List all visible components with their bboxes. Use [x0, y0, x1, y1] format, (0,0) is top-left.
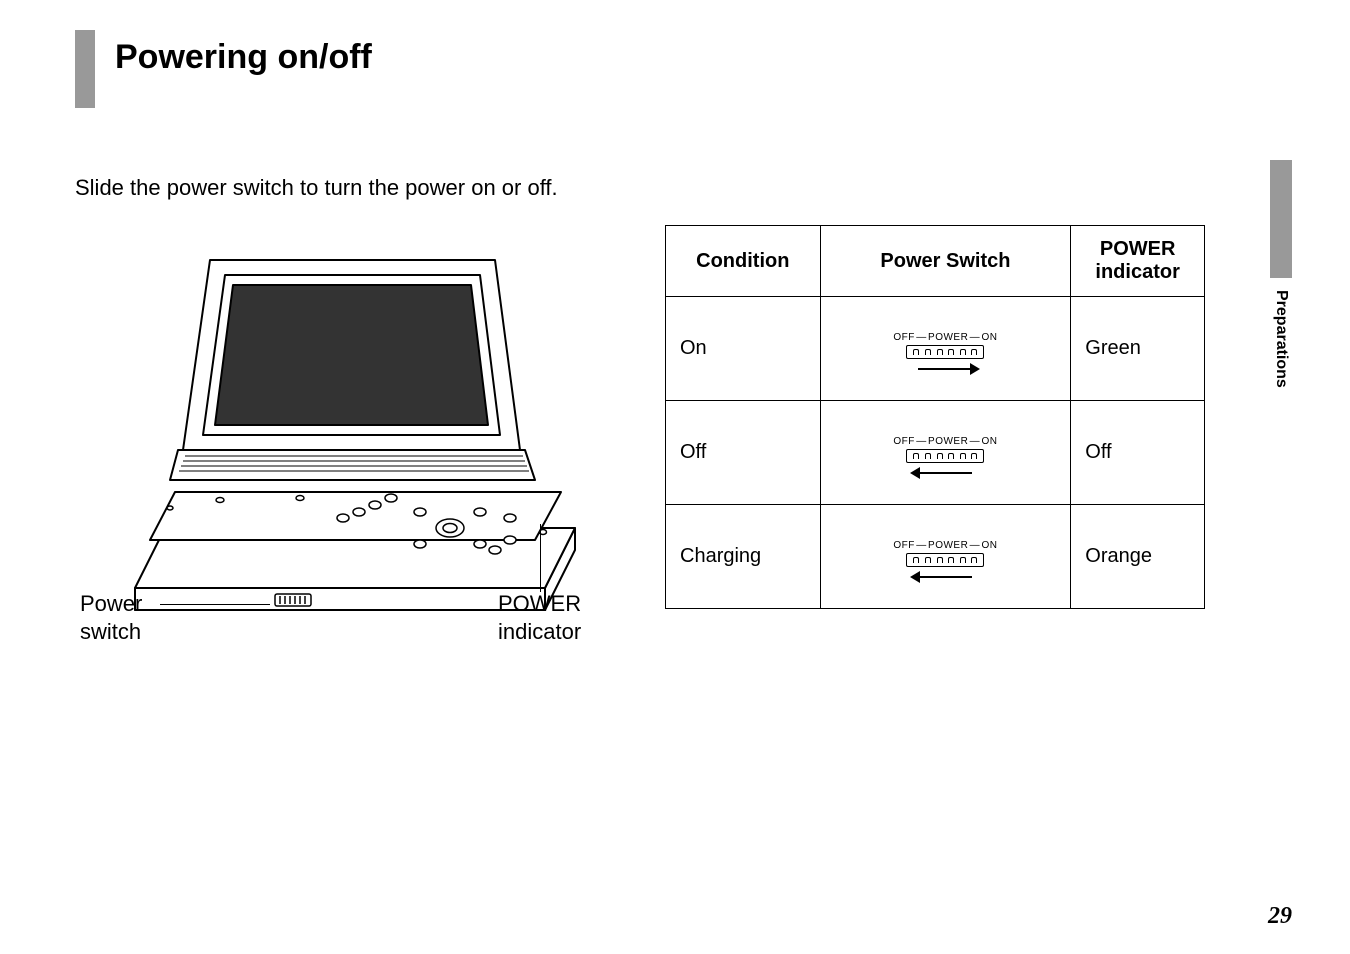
cell-indicator: Off: [1071, 401, 1205, 505]
th-power-switch: Power Switch: [820, 226, 1071, 297]
leader-line-power-indicator: [540, 524, 541, 592]
th-power-indicator: POWER indicator: [1071, 226, 1205, 297]
table-row: On OFF — POWER — ON Green: [666, 297, 1205, 401]
table-row: Off OFF — POWER — ON Off: [666, 401, 1205, 505]
arrow-left-icon: [910, 571, 980, 583]
th-condition: Condition: [666, 226, 821, 297]
table-header-row: Condition Power Switch POWER indicator: [666, 226, 1205, 297]
cell-condition: Charging: [666, 505, 821, 609]
switch-diagram-off: OFF — POWER — ON: [893, 436, 997, 479]
cell-condition: On: [666, 297, 821, 401]
cell-indicator: Green: [1071, 297, 1205, 401]
section-tab-label: Preparations: [1272, 290, 1290, 388]
label-power-switch: Power switch: [80, 590, 142, 645]
page-title: Powering on/off: [115, 38, 372, 77]
intro-text: Slide the power switch to turn the power…: [75, 175, 558, 201]
table-row: Charging OFF — POWER — ON Orange: [666, 505, 1205, 609]
section-tab-marker: [1270, 160, 1292, 278]
title-accent-bar: [75, 30, 95, 108]
cell-indicator: Orange: [1071, 505, 1205, 609]
leader-line-power-switch: [160, 604, 270, 605]
cell-switch-diagram: OFF — POWER — ON: [820, 401, 1071, 505]
page-number: 29: [1268, 903, 1292, 930]
label-power-indicator: POWER indicator: [498, 590, 581, 645]
switch-diagram-on: OFF — POWER — ON: [893, 332, 997, 375]
cell-switch-diagram: OFF — POWER — ON: [820, 505, 1071, 609]
switch-diagram-charging: OFF — POWER — ON: [893, 540, 997, 583]
arrow-left-icon: [910, 467, 980, 479]
cell-condition: Off: [666, 401, 821, 505]
cell-switch-diagram: OFF — POWER — ON: [820, 297, 1071, 401]
power-state-table: Condition Power Switch POWER indicator O…: [665, 225, 1205, 609]
arrow-right-icon: [910, 363, 980, 375]
